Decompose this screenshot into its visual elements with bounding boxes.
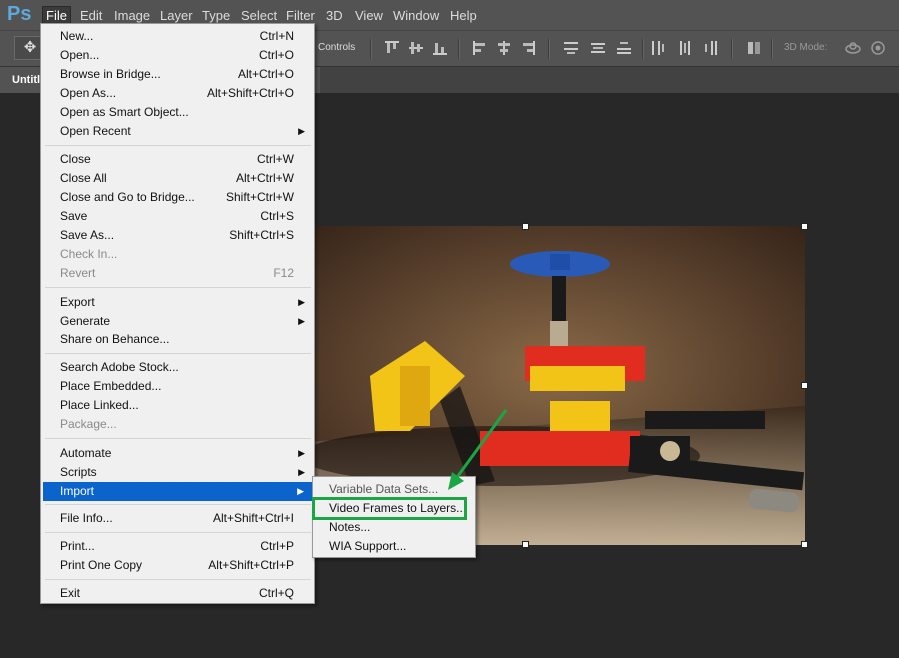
file-menu-item-export[interactable]: Export ▶ (41, 293, 314, 312)
separator (370, 39, 372, 59)
menu-view[interactable]: View (352, 7, 386, 24)
separator (731, 39, 733, 59)
file-menu-item-print[interactable]: Print... Ctrl+P (41, 537, 314, 556)
file-menu-item-file-info[interactable]: File Info... Alt+Shift+Ctrl+I (41, 509, 314, 528)
file-menu-item-import[interactable]: Import ▶ (43, 482, 313, 501)
file-menu-item-scripts[interactable]: Scripts ▶ (41, 463, 314, 482)
menu-filter[interactable]: Filter (283, 7, 318, 24)
file-menu-item-open-as[interactable]: Open As... Alt+Shift+Ctrl+O (41, 84, 314, 103)
import-item-wia-support[interactable]: WIA Support... (313, 537, 475, 556)
file-menu-item-browse-in-bridge[interactable]: Browse in Bridge... Alt+Ctrl+O (41, 65, 314, 84)
separator (771, 39, 773, 59)
3d-orbit-icon[interactable] (844, 40, 862, 56)
distribute-top-edges-icon[interactable] (563, 40, 579, 56)
transform-handle-right[interactable] (801, 382, 808, 389)
file-menu-item-close-go-bridge[interactable]: Close and Go to Bridge... Shift+Ctrl+W (41, 188, 314, 207)
file-menu-item-package: Package... (60, 417, 117, 431)
submenu-arrow-icon: ▶ (298, 467, 305, 477)
menu-separator (45, 353, 311, 354)
file-menu-item-save-as[interactable]: Save As... Shift+Ctrl+S (41, 226, 314, 245)
file-menu-item-search-adobe-stock[interactable]: Search Adobe Stock... (41, 358, 314, 377)
show-transform-controls-label[interactable]: Controls (318, 42, 355, 53)
menu-separator (45, 438, 311, 439)
menu-file[interactable]: File (42, 6, 71, 25)
file-menu-item-share-behance[interactable]: Share on Behance... (41, 330, 314, 349)
annotation-highlight-box (312, 497, 467, 520)
import-item-notes[interactable]: Notes... (313, 518, 475, 537)
file-menu-item-print-one-copy[interactable]: Print One Copy Alt+Shift+Ctrl+P (41, 556, 314, 575)
menu-edit[interactable]: Edit (77, 7, 105, 24)
file-menu-item-revert: Revert F12 (60, 266, 294, 280)
menu-help[interactable]: Help (447, 7, 480, 24)
submenu-arrow-icon: ▶ (298, 297, 305, 307)
transform-handle-top[interactable] (522, 223, 529, 230)
align-left-edges-icon[interactable] (472, 40, 488, 56)
distribute-horizontal-centers-icon[interactable] (677, 40, 693, 56)
menu-image[interactable]: Image (111, 7, 153, 24)
transform-handle-bottom-right[interactable] (801, 541, 808, 548)
3d-roll-icon[interactable] (870, 40, 886, 56)
distribute-left-edges-icon[interactable] (650, 40, 666, 56)
photoshop-logo: Ps (7, 3, 32, 25)
align-top-edges-icon[interactable] (384, 40, 400, 56)
submenu-arrow-icon: ▶ (297, 486, 304, 496)
file-menu-item-close-all[interactable]: Close All Alt+Ctrl+W (41, 169, 314, 188)
file-menu-item-open[interactable]: Open... Ctrl+O (41, 46, 314, 65)
file-menu-item-close[interactable]: Close Ctrl+W (41, 150, 314, 169)
distribute-vertical-centers-icon[interactable] (590, 40, 606, 56)
menu-3d[interactable]: 3D (323, 7, 346, 24)
separator (548, 39, 550, 59)
auto-align-layers-icon[interactable] (746, 40, 762, 56)
file-menu-item-save[interactable]: Save Ctrl+S (41, 207, 314, 226)
align-vertical-centers-icon[interactable] (408, 40, 424, 56)
distribute-bottom-edges-icon[interactable] (616, 40, 632, 56)
menu-separator (45, 504, 311, 505)
file-menu-item-new[interactable]: New... Ctrl+N (41, 27, 314, 46)
file-menu-item-exit[interactable]: Exit Ctrl+Q (41, 584, 314, 603)
file-menu-item-place-linked[interactable]: Place Linked... (41, 396, 314, 415)
transform-handle-top-right[interactable] (801, 223, 808, 230)
menu-window[interactable]: Window (390, 7, 442, 24)
separator (458, 39, 460, 59)
file-menu-item-automate[interactable]: Automate ▶ (41, 444, 314, 463)
file-menu-item-place-embedded[interactable]: Place Embedded... (41, 377, 314, 396)
file-menu-item-open-smart-object[interactable]: Open as Smart Object... (41, 103, 314, 122)
distribute-right-edges-icon[interactable] (703, 40, 719, 56)
menu-type[interactable]: Type (199, 7, 233, 24)
file-menu-dropdown: New... Ctrl+N Open... Ctrl+O Browse in Bri… (40, 23, 315, 604)
align-horizontal-centers-icon[interactable] (496, 40, 512, 56)
menu-separator (45, 532, 311, 533)
menu-separator (45, 145, 311, 146)
separator (642, 39, 644, 59)
transform-handle-bottom[interactable] (522, 541, 529, 548)
submenu-arrow-icon: ▶ (298, 126, 305, 136)
submenu-arrow-icon: ▶ (298, 448, 305, 458)
menu-separator (45, 579, 311, 580)
menu-layer[interactable]: Layer (157, 7, 196, 24)
file-menu-item-check-in: Check In... (60, 247, 118, 261)
file-menu-item-open-recent[interactable]: Open Recent ▶ (41, 122, 314, 141)
submenu-arrow-icon: ▶ (298, 316, 305, 326)
file-menu-item-generate[interactable]: Generate ▶ (41, 312, 314, 331)
3d-mode-label: 3D Mode: (784, 42, 828, 53)
align-bottom-edges-icon[interactable] (432, 40, 448, 56)
menu-separator (45, 287, 311, 288)
menu-select[interactable]: Select (238, 7, 280, 24)
align-right-edges-icon[interactable] (520, 40, 536, 56)
